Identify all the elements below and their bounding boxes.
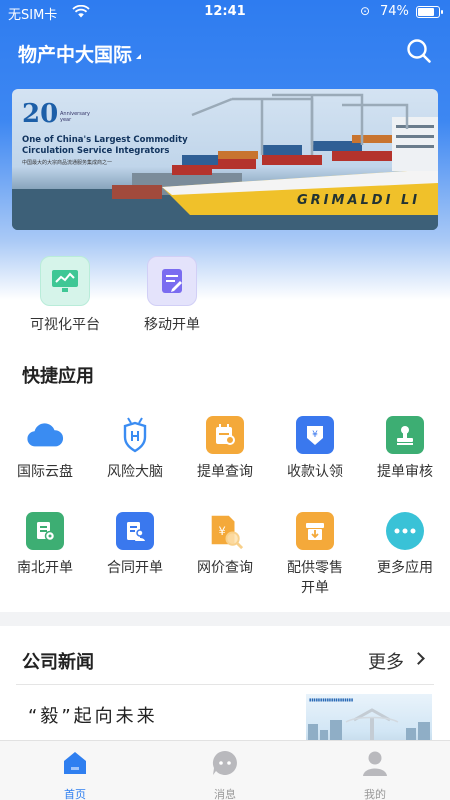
battery-icon xyxy=(416,6,443,18)
monitor-chart-icon xyxy=(40,256,90,306)
app-price-query[interactable]: ¥ 网价查询 xyxy=(180,512,270,578)
tab-label: 消息 xyxy=(214,788,236,800)
home-icon xyxy=(61,749,89,777)
tab-messages[interactable]: 消息 xyxy=(180,749,270,800)
anniversary-number: 20 xyxy=(22,99,59,129)
app-label: 提单审核 xyxy=(377,464,433,480)
bill-search-icon xyxy=(206,416,244,454)
app-label: 收款认领 xyxy=(287,464,343,480)
banner-headline-cn: 中国最大的大宗商品流通服务集成商之一 xyxy=(22,160,113,166)
app-label: 网价查询 xyxy=(197,560,253,576)
app-label: 南北开单 xyxy=(17,560,73,576)
feature-label: 可视化平台 xyxy=(30,317,100,333)
app-bill-query[interactable]: 提单查询 xyxy=(180,416,270,482)
app-label: 提单查询 xyxy=(197,464,253,480)
cloud-icon xyxy=(26,416,64,454)
document-gear-icon xyxy=(26,512,64,550)
app-label: 风险大脑 xyxy=(107,464,163,480)
feature-label: 移动开单 xyxy=(144,317,200,333)
news-more-link[interactable]: 更多 xyxy=(368,648,404,674)
svg-text:¥: ¥ xyxy=(219,524,226,538)
company-news-section: 公司新闻 更多 “毅”起向未来 ▮▮▮▮▮▮▮▮▮▮▮▮▮▮▮▮▮▮▮▮ xyxy=(0,626,450,756)
news-title: 公司新闻 xyxy=(22,652,94,673)
yuan-download-icon: ¥ xyxy=(296,416,334,454)
app-header: 物产中大国际 xyxy=(0,30,450,74)
rotation-lock-icon: ⊙ xyxy=(360,4,371,18)
anniversary-caption: Anniversary year xyxy=(60,111,90,123)
bottom-tab-bar: 首页 消息 我的 xyxy=(0,740,450,800)
box-download-icon xyxy=(296,512,334,550)
battery-fill xyxy=(418,8,435,16)
feature-mobile-billing[interactable]: 移动开单 xyxy=(122,256,222,334)
ship-name: GRIMALDI LI xyxy=(297,193,421,208)
search-icon[interactable] xyxy=(406,38,432,64)
chevron-right-icon[interactable] xyxy=(412,652,425,665)
app-more-apps[interactable]: 更多应用 xyxy=(360,512,450,578)
app-risk-brain[interactable]: 风险大脑 xyxy=(90,416,180,482)
feature-visualization-platform[interactable]: 可视化平台 xyxy=(15,256,115,334)
shield-brain-icon xyxy=(116,416,154,454)
app-contract-billing[interactable]: 合同开单 xyxy=(90,512,180,578)
banner-headline-2: Circulation Service Integrators xyxy=(22,146,170,156)
edit-document-icon xyxy=(147,256,197,306)
quick-apps-title: 快捷应用 xyxy=(22,366,94,387)
divider xyxy=(16,684,434,685)
svg-text:¥: ¥ xyxy=(312,430,318,440)
profile-icon xyxy=(361,749,389,777)
battery-percent: 74% xyxy=(380,4,409,19)
tab-home[interactable]: 首页 xyxy=(30,749,120,800)
tab-profile[interactable]: 我的 xyxy=(330,749,420,800)
tab-label: 首页 xyxy=(64,788,86,800)
app-international-cloud-disk[interactable]: 国际云盘 xyxy=(0,416,90,482)
dropdown-caret-icon[interactable] xyxy=(136,54,141,59)
app-label: 合同开单 xyxy=(107,560,163,576)
stamp-icon xyxy=(386,416,424,454)
banner-headline-1: One of China's Largest Commodity xyxy=(22,135,188,145)
more-icon xyxy=(386,512,424,550)
contract-icon xyxy=(116,512,154,550)
company-switcher[interactable]: 物产中大国际 xyxy=(18,40,132,67)
app-label: 配供零售 开单 xyxy=(287,560,343,596)
promo-banner[interactable]: 20 Anniversary year One of China's Large… xyxy=(12,89,438,230)
status-bar: 无SIM卡 12:41 ⊙ 74% xyxy=(0,0,450,24)
tab-label: 我的 xyxy=(364,788,386,800)
news-item-title[interactable]: “毅”起向未来 xyxy=(28,702,158,728)
app-payment-claim[interactable]: ¥ 收款认领 xyxy=(270,416,360,482)
app-retail-billing[interactable]: 配供零售 开单 xyxy=(270,512,360,598)
message-icon xyxy=(211,749,239,777)
app-bill-review[interactable]: 提单审核 xyxy=(360,416,450,482)
app-label: 国际云盘 xyxy=(17,464,73,480)
app-north-south-billing[interactable]: 南北开单 xyxy=(0,512,90,578)
price-search-icon: ¥ xyxy=(206,512,244,550)
app-label: 更多应用 xyxy=(377,560,433,576)
